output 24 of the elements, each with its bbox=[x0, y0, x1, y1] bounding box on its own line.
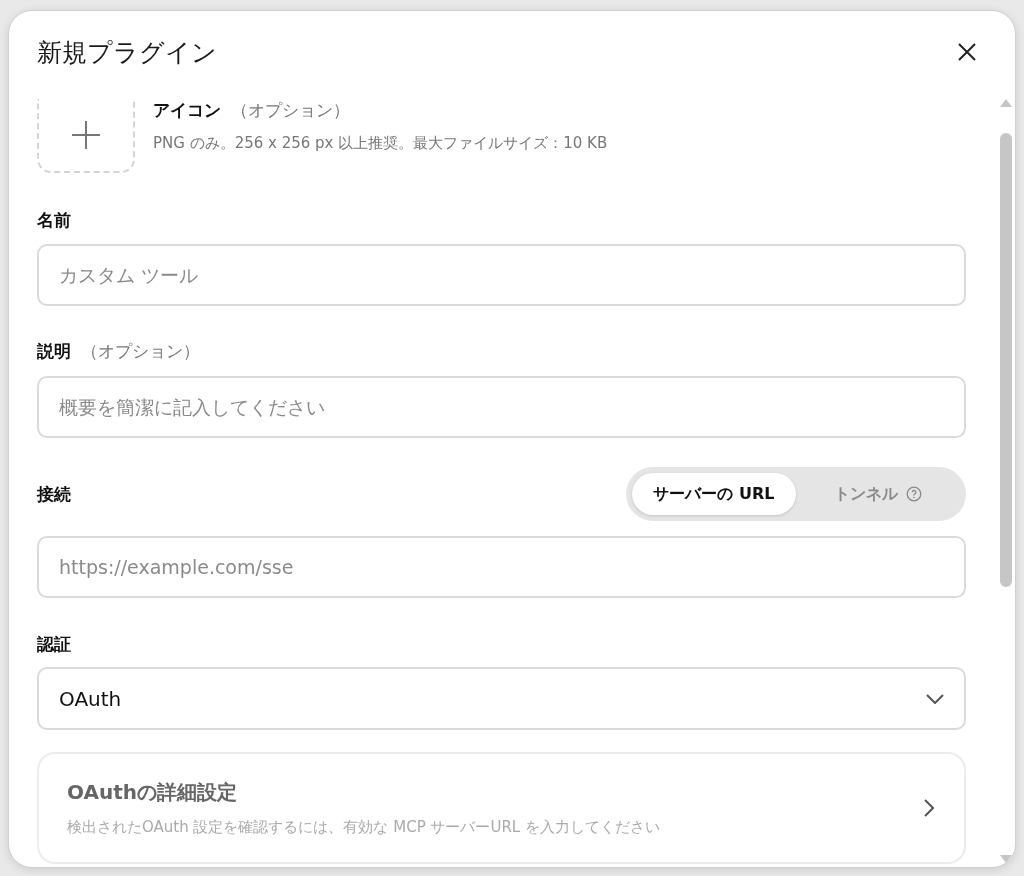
description-input[interactable]: 概要を簡潔に記入してください bbox=[37, 376, 966, 438]
oauth-settings-card[interactable]: OAuthの詳細設定 検出されたOAuth 設定を確認するには、有効な MCP サーバーURL を入力してください bbox=[37, 752, 966, 864]
connection-tab[interactable]: サーバーの URL bbox=[632, 473, 796, 515]
scroll-up-icon bbox=[1000, 99, 1012, 107]
upload-hint: PNG のみ。256 x 256 px 以上推奨。最大ファイルサイズ：10 KB bbox=[153, 134, 608, 153]
scroll-down-icon bbox=[1000, 855, 1012, 863]
chevron-right-icon bbox=[924, 799, 934, 817]
field-label: 認証 bbox=[37, 632, 71, 656]
name-input[interactable]: カスタム ツール bbox=[37, 244, 966, 306]
field-label: 説明 bbox=[37, 339, 71, 363]
url-input[interactable]: https://example.com/sse bbox=[37, 536, 966, 598]
icon-upload-button[interactable] bbox=[37, 99, 135, 173]
optional-note: （オプション） bbox=[231, 99, 350, 122]
dialog-title: 新規プラグイン bbox=[37, 36, 217, 69]
optional-note: （オプション） bbox=[81, 339, 200, 363]
field-label: アイコン bbox=[153, 99, 221, 122]
plus-icon bbox=[71, 120, 101, 150]
help-icon bbox=[906, 486, 922, 502]
field-label: 名前 bbox=[37, 208, 71, 232]
auth-select[interactable]: OAuth bbox=[37, 667, 966, 730]
field-label: 接続 bbox=[37, 482, 71, 506]
scrollbar-thumb[interactable] bbox=[1000, 133, 1012, 587]
close-icon bbox=[957, 42, 977, 62]
chevron-down-icon bbox=[926, 693, 944, 704]
